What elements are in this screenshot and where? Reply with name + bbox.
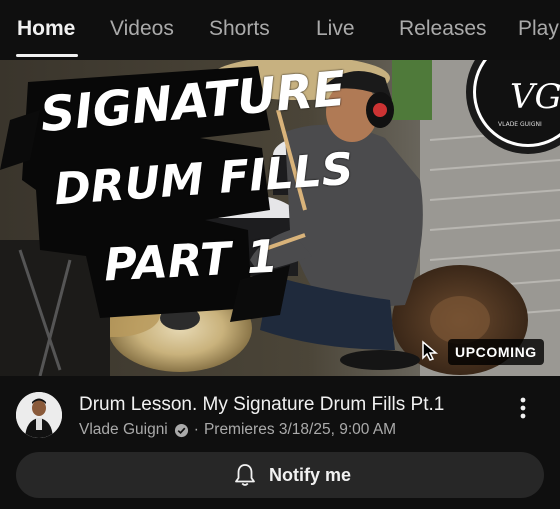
meta-separator: · — [193, 421, 199, 438]
vg-logo-subtext: VLADE GUIGNI — [498, 121, 542, 128]
upcoming-badge: UPCOMING — [448, 339, 544, 365]
tab-home[interactable]: Home — [17, 17, 75, 41]
channel-tabs: Home Videos Shorts Live Releases Play — [0, 0, 560, 60]
tab-live[interactable]: Live — [316, 17, 355, 41]
verified-check-icon — [174, 423, 188, 437]
channel-name[interactable]: Vlade Guigni — [79, 421, 168, 439]
thumbnail-title-line-3: PART 1 — [102, 229, 280, 292]
premiere-time: Premieres 3/18/25, 9:00 AM — [203, 421, 397, 438]
vg-logo-text: VG — [510, 77, 560, 117]
tab-releases[interactable]: Releases — [399, 17, 487, 41]
bell-icon — [235, 464, 255, 486]
channel-avatar[interactable] — [16, 392, 62, 438]
tab-shorts[interactable]: Shorts — [209, 17, 270, 41]
notify-me-content: Notify me — [234, 452, 351, 498]
video-meta: Vlade Guigni · Premieres 3/18/25, 9:00 A… — [79, 421, 396, 439]
notify-me-label: Notify me — [269, 464, 352, 485]
video-thumbnail[interactable]: VG VLADE GUIGNI SIGNATURE DRUM FILLS PAR… — [0, 60, 560, 376]
more-vertical-icon[interactable] — [509, 394, 537, 422]
tab-videos[interactable]: Videos — [110, 17, 174, 41]
tab-playlists[interactable]: Play — [518, 17, 559, 41]
video-title[interactable]: Drum Lesson. My Signature Drum Fills Pt.… — [79, 394, 444, 416]
avatar-image — [16, 392, 62, 438]
pointer-icon — [422, 340, 439, 361]
notify-me-button[interactable]: Notify me — [16, 452, 544, 498]
active-tab-indicator — [16, 54, 78, 57]
